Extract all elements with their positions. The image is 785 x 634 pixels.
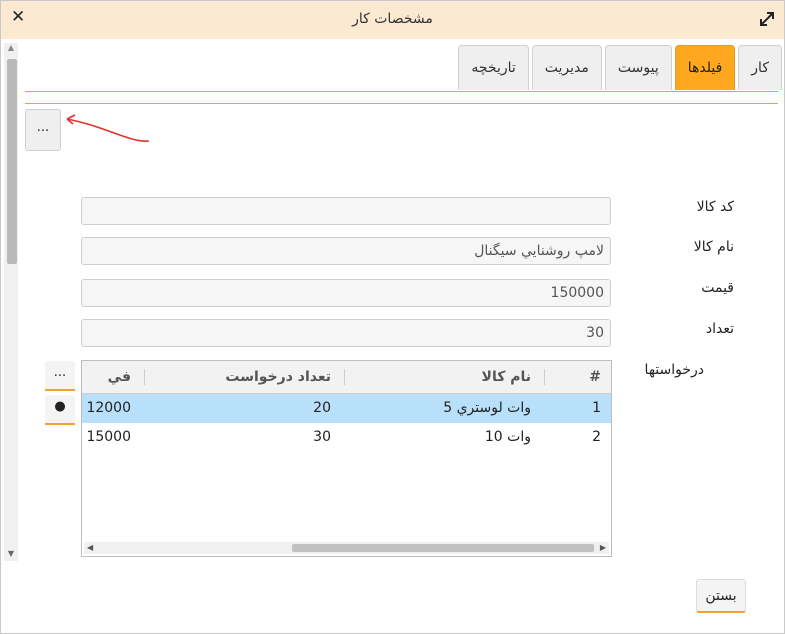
requests-label: درخواستها [644,362,704,378]
annotation-arrow [66,114,150,142]
scroll-left-icon[interactable]: ◀ [87,542,93,554]
name-label: نام کالا [693,239,734,255]
column-separator [144,369,145,385]
fields-panel: کار فیلدها پیوست مدیریت تاریخچه ... کد ک… [19,39,784,633]
column-separator [344,369,345,385]
horizontal-scroll-thumb[interactable] [292,544,594,552]
cell-fee: 12000 [86,400,131,416]
maximize-icon[interactable] [758,10,776,28]
cell-count: 20 [313,400,331,416]
column-header-num[interactable]: # [581,361,601,393]
cell-count: 30 [313,429,331,445]
horizontal-scrollbar[interactable]: ◀ ▶ [84,542,609,554]
column-header-fee[interactable]: في [86,361,131,393]
tab-underline [25,91,778,92]
vertical-scrollbar[interactable]: ▲ ▼ [4,43,18,561]
close-icon[interactable]: ✕ [11,7,25,27]
name-input[interactable]: لامپ روشنايي سيگنال [81,237,611,265]
scroll-right-icon[interactable]: ▶ [600,542,606,554]
requests-table[interactable]: # نام کالا تعداد درخواست في 1 5 وات لوست… [81,360,612,557]
dialog-content: ▲ ▼ کار فیلدها پیوست مدیریت تاریخچه ... … [1,39,784,633]
cell-num: 2 [592,429,601,445]
section-divider [25,103,778,104]
close-button[interactable]: بستن [696,579,746,613]
cell-name: 10 وات [484,429,531,445]
scroll-up-icon[interactable]: ▲ [4,43,18,55]
code-label: کد کالا [696,199,734,215]
scroll-down-icon[interactable]: ▼ [4,549,18,561]
title-bar: مشخصات کار ✕ [1,1,784,39]
code-input[interactable] [81,197,611,225]
tab-management[interactable]: مدیریت [531,45,602,90]
table-header: # نام کالا تعداد درخواست في [82,361,611,394]
price-input[interactable]: 150000 [81,279,611,307]
tab-attachment[interactable]: پیوست [604,45,672,90]
table-row[interactable]: 1 5 وات لوستري 20 12000 [82,394,611,423]
price-label: قیمت [701,280,734,296]
qty-input[interactable]: 30 [81,319,611,347]
column-separator [544,369,545,385]
tab-strip: کار فیلدها پیوست مدیریت تاریخچه [455,45,782,91]
cell-num: 1 [592,400,601,416]
tab-task[interactable]: کار [738,45,782,90]
scroll-thumb[interactable] [7,59,17,264]
tab-history[interactable]: تاریخچه [458,45,529,90]
requests-more-button[interactable]: ... [45,361,75,391]
more-options-button[interactable]: ... [25,109,61,151]
requests-select-button[interactable]: ● [45,395,75,425]
tab-fields[interactable]: فیلدها [674,45,736,90]
table-row[interactable]: 2 10 وات 30 15000 [82,423,611,452]
window-title: مشخصات کار [352,11,433,27]
column-header-name[interactable]: نام کالا [411,361,531,393]
column-header-count[interactable]: تعداد درخواست [191,361,331,393]
dialog-window: مشخصات کار ✕ ▲ ▼ کار فیلدها پیوست مدیریت… [0,0,785,634]
qty-label: تعداد [705,321,734,337]
cell-name: 5 وات لوستري [443,400,531,416]
cell-fee: 15000 [86,429,131,445]
